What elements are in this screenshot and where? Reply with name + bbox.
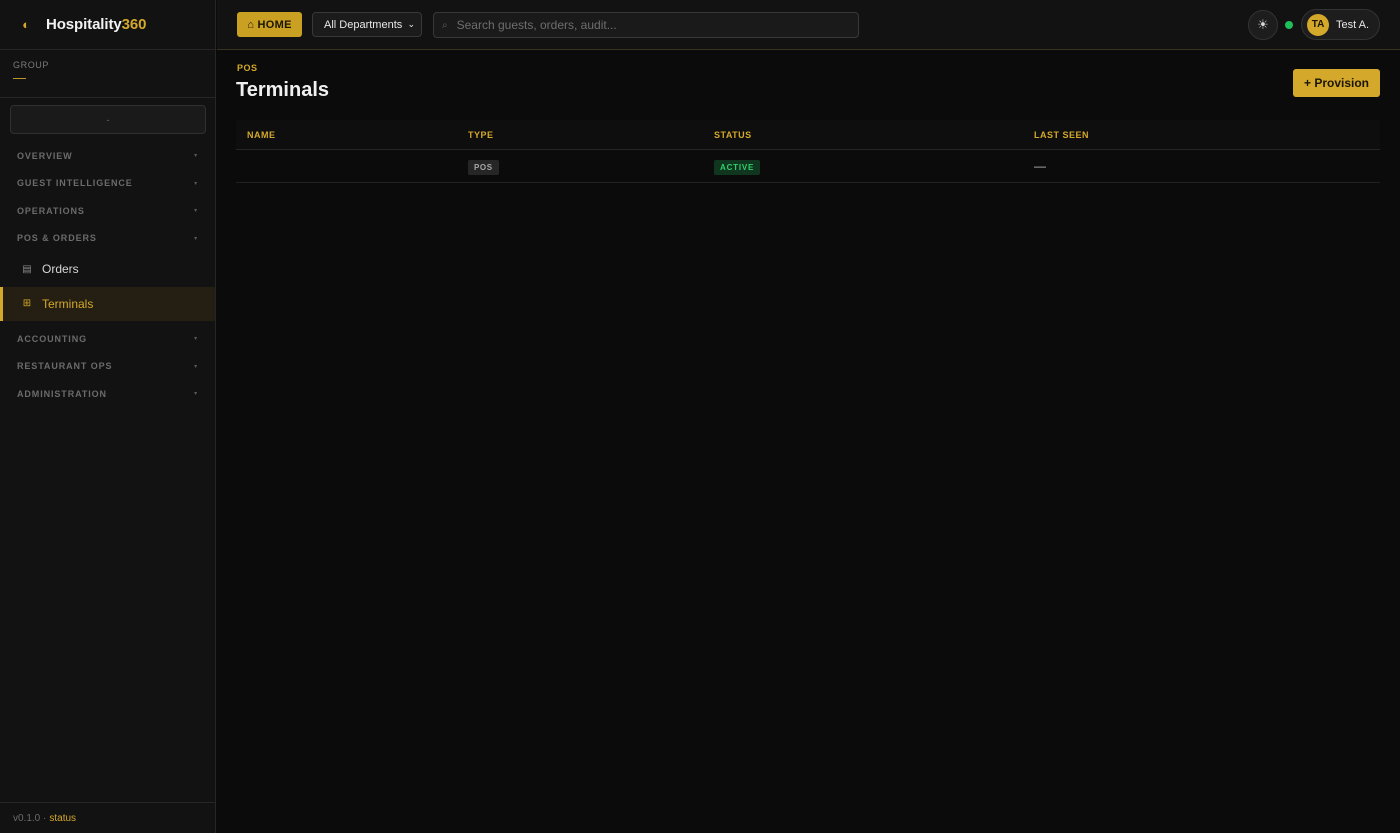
group-value: — [13,70,26,85]
sidebar-item-terminals[interactable]: ⊞ Terminals [0,286,215,321]
home-button[interactable]: ⌂ HOME [237,12,302,37]
terminals-table: NAME TYPE STATUS LAST SEEN POS ACTIVE — [236,120,1380,183]
status-link[interactable]: status [49,813,76,824]
provision-button[interactable]: + Provision [1293,69,1380,97]
group-label: GROUP [13,60,50,70]
sidebar-footer: v0.1.0 · status [0,802,216,833]
column-header-status[interactable]: STATUS [714,130,1034,140]
nav-section-overview[interactable]: OVERVIEW ▾ [0,142,215,170]
nav-section-operations[interactable]: OPERATIONS ▾ [0,197,215,225]
sidebar-nav: OVERVIEW ▾ GUEST INTELLIGENCE ▾ OPERATIO… [0,142,215,408]
department-select[interactable]: All Departments ⌄ [312,12,422,37]
sidebar-item-label: Orders [42,262,79,277]
property-select[interactable]: - [10,105,206,134]
chevron-down-icon: ▾ [194,153,198,160]
nav-section-guest-intelligence[interactable]: GUEST INTELLIGENCE ▾ [0,170,215,198]
group-block: GROUP — [0,50,215,98]
brand[interactable]: ◐ Hospitality360 [0,0,215,50]
chevron-down-icon: ▾ [194,363,198,370]
cell-last-seen: — [1034,159,1046,173]
status-badge: ACTIVE [714,160,761,175]
nav-section-pos-orders[interactable]: POS & ORDERS ▾ [0,225,215,253]
type-badge: POS [468,160,499,175]
search-icon: ⌕ [442,19,448,31]
chevron-down-icon: ⌄ [407,19,415,29]
chevron-down-icon: ▾ [194,180,198,187]
sidebar-item-orders[interactable]: ▤ Orders [0,252,215,287]
sidebar-item-label: Terminals [42,296,94,311]
nav-section-label: OPERATIONS [17,205,85,216]
search-box[interactable]: ⌕ [433,12,859,38]
user-name: Test A. [1336,18,1370,31]
version-text: v0.1.0 · [13,812,47,824]
table-header: NAME TYPE STATUS LAST SEEN [236,120,1380,150]
theme-toggle-button[interactable]: ☀ [1248,10,1278,40]
page-title: Terminals [236,79,329,101]
brand-name: Hospitality360 [46,16,146,33]
list-icon: ▤ [22,263,32,275]
brand-name-main: Hospitality [46,16,122,33]
chevron-down-icon: ▾ [194,336,198,343]
nav-section-restaurant-ops[interactable]: RESTAURANT OPS ▾ [0,353,215,381]
brand-name-accent: 360 [121,16,147,33]
sun-icon: ☀ [1257,17,1269,32]
avatar: TA [1307,13,1329,36]
nav-section-label: RESTAURANT OPS [17,361,113,372]
column-header-last-seen[interactable]: LAST SEEN [1034,130,1380,140]
app-root: ◐ Hospitality360 GROUP — - OVERVIEW ▾ GU… [0,0,1400,833]
cell-type: POS [468,157,714,175]
nav-section-accounting[interactable]: ACCOUNTING ▾ [0,325,215,353]
brand-logo-icon: ◐ [22,17,30,32]
chevron-down-icon: ▾ [194,235,198,242]
breadcrumb: POS [237,63,258,73]
chevron-down-icon: ▾ [194,391,198,398]
search-input[interactable] [456,18,847,32]
nav-section-label: GUEST INTELLIGENCE [17,178,133,189]
chevron-down-icon: ▾ [194,208,198,215]
nav-section-label: POS & ORDERS [17,233,97,244]
sidebar: ◐ Hospitality360 GROUP — - OVERVIEW ▾ GU… [0,0,216,833]
column-header-type[interactable]: TYPE [468,130,714,140]
topbar: ⌂ HOME All Departments ⌄ ⌕ ☀ TA Test A. [217,0,1400,50]
nav-section-label: OVERVIEW [17,150,73,161]
nav-section-administration[interactable]: ADMINISTRATION ▾ [0,380,215,408]
column-header-name[interactable]: NAME [236,130,468,140]
user-menu[interactable]: TA Test A. [1301,9,1380,40]
grid-icon: ⊞ [22,298,32,310]
online-status-dot [1285,21,1293,29]
department-select-value: All Departments [324,18,403,31]
nav-section-label: ACCOUNTING [17,333,87,344]
table-row[interactable]: POS ACTIVE — [236,150,1380,183]
nav-section-label: ADMINISTRATION [17,388,107,399]
cell-status: ACTIVE [714,157,1034,175]
